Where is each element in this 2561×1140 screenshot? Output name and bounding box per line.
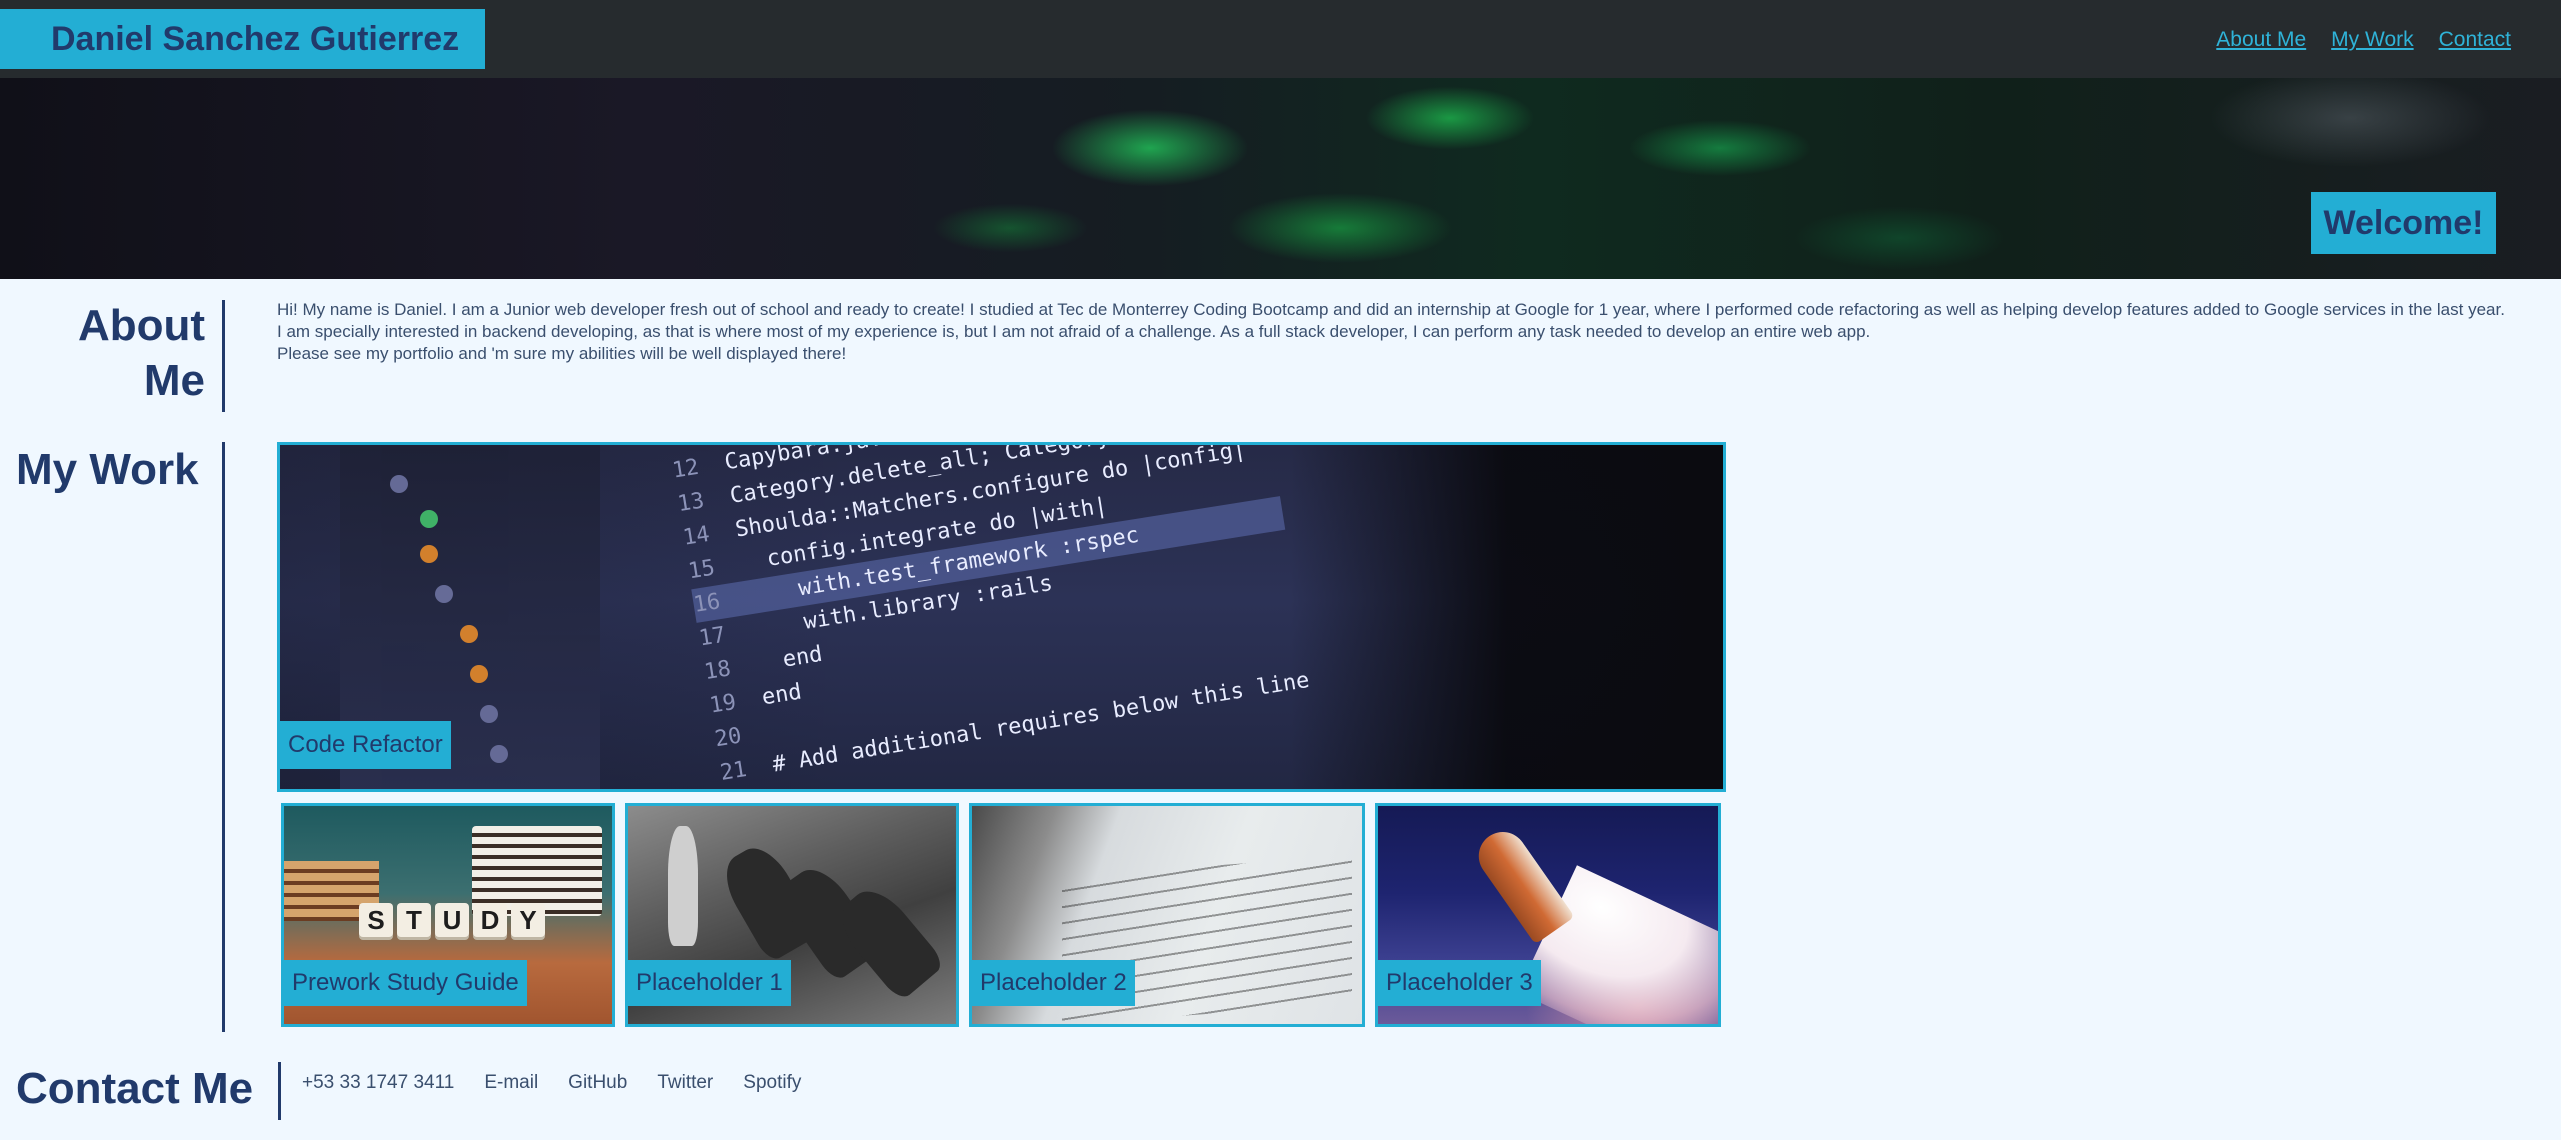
line-number: 15	[686, 551, 743, 585]
about-me-heading-line2: Me	[143, 356, 205, 405]
project-caption: Placeholder 1	[628, 960, 791, 1006]
project-card-placeholder-3[interactable]: Placeholder 3	[1375, 803, 1721, 1027]
about-me-text: Hi! My name is Daniel. I am a Junior web…	[277, 299, 2537, 365]
letter-cube: T	[397, 903, 431, 937]
letter-cube: Y	[511, 903, 545, 937]
contact-divider	[278, 1062, 281, 1120]
main-nav: About Me My Work Contact	[2216, 28, 2511, 52]
file-dot-icon	[390, 475, 408, 493]
letter-cube: S	[359, 903, 393, 937]
line-number: 16	[691, 584, 749, 618]
code-text: end	[754, 641, 825, 677]
study-cubes-graphic: S T U D Y	[359, 903, 545, 937]
project-card-placeholder-1[interactable]: Placeholder 1	[625, 803, 959, 1027]
file-dot-icon	[490, 745, 508, 763]
line-number: 12	[670, 450, 727, 484]
about-paragraph-3: Please see my portfolio and 'm sure my a…	[277, 344, 847, 363]
project-caption: Placeholder 3	[1378, 960, 1541, 1006]
about-paragraph-1: Hi! My name is Daniel. I am a Junior web…	[277, 300, 2505, 319]
nav-link-my-work[interactable]: My Work	[2331, 28, 2413, 52]
about-me-heading-line1: About	[77, 301, 205, 350]
contact-email-link[interactable]: E-mail	[484, 1072, 538, 1094]
site-name: Daniel Sanchez Gutierrez	[0, 9, 485, 69]
line-number: 21	[718, 752, 775, 786]
letter-cube: D	[473, 903, 507, 937]
contact-github-link[interactable]: GitHub	[568, 1072, 627, 1094]
project-card-placeholder-2[interactable]: Placeholder 2	[969, 803, 1365, 1027]
file-dot-icon	[460, 625, 478, 643]
work-divider	[222, 442, 225, 1032]
code-text: end	[760, 679, 804, 711]
code-snippet-graphic: 12 Capybara.javascript_driver13 Category…	[670, 445, 1312, 789]
site-header: Daniel Sanchez Gutierrez About Me My Wor…	[0, 0, 2561, 78]
about-paragraph-2: I am specially interested in backend dev…	[277, 322, 1871, 341]
contact-links: +53 33 1747 3411 E-mail GitHub Twitter S…	[302, 1072, 801, 1094]
line-number: 14	[681, 517, 738, 551]
rocket-graphic	[1469, 822, 1575, 945]
welcome-badge: Welcome!	[2311, 192, 2496, 254]
runner-graphic	[668, 826, 698, 946]
project-caption: Placeholder 2	[972, 960, 1135, 1006]
about-divider	[222, 300, 225, 412]
my-work-heading: My Work	[16, 445, 199, 494]
line-number: 13	[675, 484, 733, 518]
contact-twitter-link[interactable]: Twitter	[657, 1072, 713, 1094]
line-number: 17	[697, 618, 754, 652]
file-dot-icon	[420, 510, 438, 528]
hero-banner	[0, 78, 2561, 279]
about-me-heading: About Me	[5, 298, 205, 408]
nav-link-about-me[interactable]: About Me	[2216, 28, 2306, 52]
file-dot-icon	[435, 585, 453, 603]
nav-link-contact[interactable]: Contact	[2439, 28, 2511, 52]
line-number: 20	[713, 719, 770, 753]
file-dot-icon	[480, 705, 498, 723]
featured-project-code-refactor[interactable]: 12 Capybara.javascript_driver13 Category…	[277, 442, 1726, 792]
file-dot-icon	[470, 665, 488, 683]
file-dot-icon	[420, 545, 438, 563]
featured-project-caption: Code Refactor	[280, 721, 451, 769]
line-number: 18	[702, 652, 759, 686]
contact-spotify-link[interactable]: Spotify	[743, 1072, 801, 1094]
contact-me-heading: Contact Me	[16, 1064, 254, 1113]
project-card-prework-study-guide[interactable]: S T U D Y Prework Study Guide	[281, 803, 615, 1027]
project-caption: Prework Study Guide	[284, 960, 527, 1006]
contact-phone-link[interactable]: +53 33 1747 3411	[302, 1072, 454, 1094]
letter-cube: U	[435, 903, 469, 937]
line-number: 19	[707, 685, 765, 719]
